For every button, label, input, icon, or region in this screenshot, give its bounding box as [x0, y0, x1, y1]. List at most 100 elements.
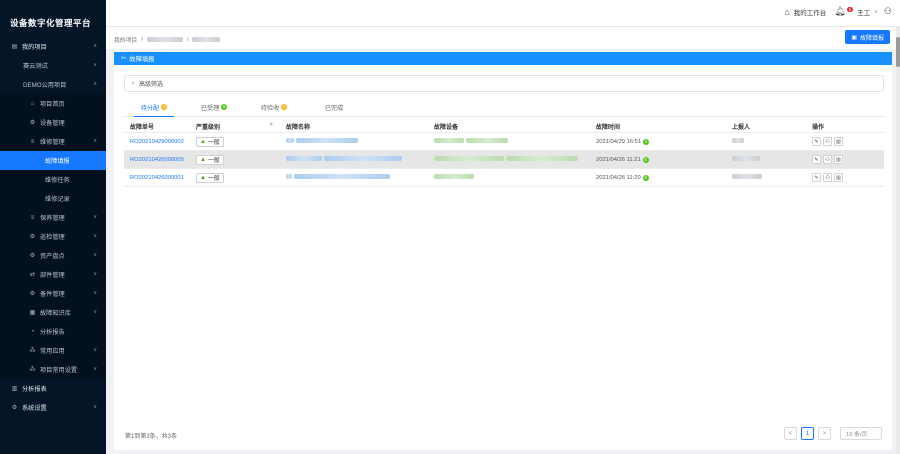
sidebar-item-label: 系统设置: [22, 405, 47, 412]
warning-icon: ▲: [200, 156, 206, 163]
user-name[interactable]: 王工: [857, 7, 870, 17]
sidebar-item[interactable]: 维修记录: [0, 189, 106, 208]
reporter-blurred: [732, 156, 760, 161]
fault-device-blurred: [434, 138, 464, 143]
filter-icon[interactable]: ▼: [269, 122, 274, 128]
sidebar-item-label: 维修管理: [40, 139, 65, 146]
fault-name-blurred: [296, 138, 358, 143]
next-page-button[interactable]: >: [818, 427, 831, 440]
sidebar-item[interactable]: ⌂ 项目首页: [0, 94, 106, 113]
sidebar-item[interactable]: 赛云测试 ∨: [0, 56, 106, 75]
sidebar-item-label: 部件管理: [40, 272, 65, 279]
sidebar-item[interactable]: ⁂ 常用应用 ∨: [0, 341, 106, 360]
page-button-current[interactable]: 1: [801, 427, 814, 440]
link-icon: ⇄: [29, 272, 36, 278]
delete-icon[interactable]: ▥: [834, 137, 843, 146]
sidebar-item[interactable]: ≡ 保养管理 ∨: [0, 208, 106, 227]
table-row[interactable]: RO20210426000005 ▲ 一般 2021/04/26 11:21 5 ✎…: [124, 151, 884, 169]
breadcrumb-root[interactable]: 我的项目: [114, 35, 137, 44]
chevron-down-icon: ∨: [93, 233, 97, 239]
chevron-down-icon: ∨: [93, 62, 97, 68]
table-row[interactable]: RO20210426000001 ▲ 一般 2021/04/26 11:20 5 ✎…: [124, 169, 884, 187]
sidebar-item[interactable]: 故障填报: [0, 151, 106, 170]
fault-id-link[interactable]: RO20210426000001: [130, 175, 184, 181]
sidebar-item[interactable]: ▥ 分析报表: [0, 379, 106, 398]
chevron-down-icon: ∨: [93, 347, 97, 353]
page-scrollbar[interactable]: [896, 27, 900, 454]
sidebar-item[interactable]: ⚙ 备件管理 ∨: [0, 284, 106, 303]
report-fault-button[interactable]: ▣ 故障填报: [845, 30, 890, 44]
folder-icon: ▤: [11, 44, 18, 50]
page-size-value: 10 条/页: [846, 432, 868, 438]
sidebar-item[interactable]: ⁂ 项目常用设置 ∨: [0, 360, 106, 379]
col-header-severity-label: 严重级别: [196, 124, 221, 131]
sidebar-item[interactable]: ⇄ 部件管理 ∨: [0, 265, 106, 284]
tab-count-badge: 0: [281, 104, 288, 110]
edit-icon[interactable]: ✎: [812, 137, 821, 146]
col-header-reporter: 上报人: [732, 124, 751, 131]
fault-name-blurred: [286, 174, 292, 179]
apps-icon: ⁂: [29, 348, 36, 354]
sidebar-item[interactable]: ⚙ 设备管理: [0, 113, 106, 132]
sidebar-item[interactable]: ≡ 维修管理 ∧: [0, 132, 106, 151]
status-tabs: 待分配 3 已受理 0 待验收 0 已完成: [124, 101, 884, 117]
table-row[interactable]: RO20210429000002 ▲ 一般 2021/04/29 16:51 2 ✎…: [124, 133, 884, 151]
sidebar-item[interactable]: DEMO公用项目 ∧: [0, 75, 106, 94]
advanced-filter-toggle[interactable]: › 高级筛选: [124, 75, 884, 92]
elapsed-days-badge: 2: [643, 138, 650, 145]
sidebar-item-label: 故障填报: [45, 158, 70, 165]
gear-icon: ⚙: [11, 405, 18, 411]
tab-status[interactable]: 待分配 3: [124, 101, 184, 117]
chevron-down-icon[interactable]: ∨: [874, 9, 878, 15]
home-icon[interactable]: ⌂: [784, 7, 789, 17]
sidebar-item[interactable]: ▤ 我的项目 ∧: [0, 37, 106, 56]
reporter-blurred: [732, 174, 762, 179]
fault-name-blurred: [286, 138, 294, 143]
scrollbar-thumb[interactable]: [896, 37, 900, 67]
gear-icon: ⚙: [29, 291, 36, 297]
delete-icon[interactable]: ▥: [834, 155, 843, 164]
table-body: RO20210429000002 ▲ 一般 2021/04/29 16:51 2 ✎…: [124, 133, 884, 187]
workbench-link[interactable]: 我的工作台: [794, 7, 827, 17]
sidebar-item[interactable]: ⚙ 巡检管理 ∨: [0, 227, 106, 246]
report-fault-button-label: 故障填报: [859, 35, 884, 42]
breadcrumb-separator: /: [141, 36, 143, 43]
sidebar-item-label: 资产盘点: [40, 253, 65, 260]
top-header: ⌂ 我的工作台 🔔︎ 6 王工 ∨ ⚇: [106, 0, 900, 27]
sidebar-item-label: 设备管理: [40, 120, 65, 127]
sidebar-item-label: 备件管理: [40, 291, 65, 298]
sidebar-item[interactable]: ◔ 分析报告: [0, 322, 106, 341]
fault-id-link[interactable]: RO20210429000002: [130, 139, 184, 145]
assign-user-icon[interactable]: ⚇: [823, 137, 832, 146]
col-header-actions: 操作: [812, 124, 825, 131]
edit-icon[interactable]: ✎: [812, 155, 821, 164]
delete-icon[interactable]: ▥: [834, 173, 843, 182]
tab-label: 待分配: [140, 105, 160, 112]
sidebar-item[interactable]: 维修任务: [0, 170, 106, 189]
sidebar-item[interactable]: ▦ 故障知识库 ∨: [0, 303, 106, 322]
bell-icon[interactable]: 🔔︎: [834, 6, 845, 17]
fault-id-link[interactable]: RO20210426000005: [130, 157, 184, 163]
tool-icon: ✂: [121, 55, 127, 62]
breadcrumb-blurred-1: [146, 37, 183, 42]
chevron-up-icon: ∧: [93, 138, 97, 144]
fault-name-blurred: [324, 156, 402, 161]
assign-user-icon[interactable]: ⚇: [823, 173, 832, 182]
tab-status[interactable]: 已受理 0: [184, 101, 244, 116]
tab-label: 待验收: [260, 105, 280, 112]
report-icon: ▥: [11, 386, 18, 392]
tab-status[interactable]: 已完成: [304, 101, 364, 116]
page-size-select[interactable]: 10 条/页: [840, 427, 882, 440]
sidebar-item-label: 赛云测试: [23, 63, 48, 70]
edit-icon[interactable]: ✎: [812, 173, 821, 182]
tab-status[interactable]: 待验收 0: [244, 101, 304, 116]
sidebar-item[interactable]: ⚙ 系统设置 ∨: [0, 398, 106, 417]
prev-page-button[interactable]: <: [784, 427, 797, 440]
sidebar-item-label: 维修记录: [45, 196, 70, 203]
sidebar-item-label: 常用应用: [40, 348, 65, 355]
sidebar-item[interactable]: ⚙ 资产盘点 ∨: [0, 246, 106, 265]
severity-label: 一般: [207, 140, 220, 146]
breadcrumb-blurred-2: [192, 37, 221, 42]
user-icon[interactable]: ⚇: [884, 6, 892, 17]
assign-user-icon[interactable]: ⚇: [823, 155, 832, 164]
